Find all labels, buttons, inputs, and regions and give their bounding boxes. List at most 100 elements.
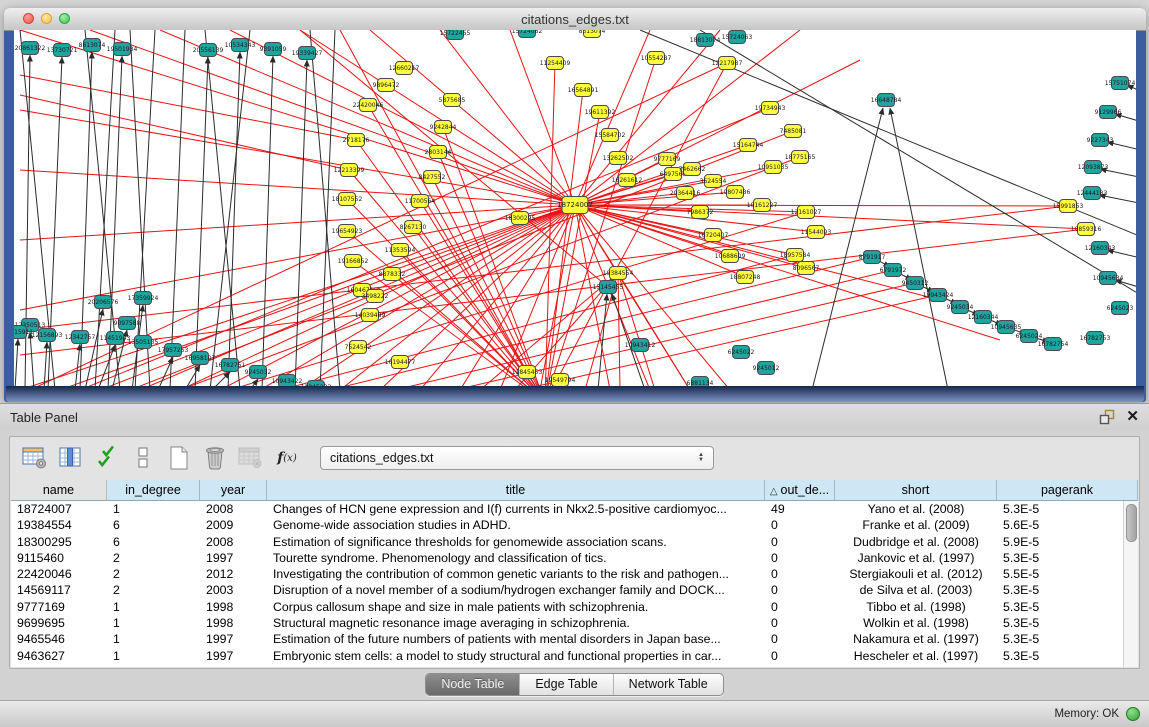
- table-cell: 1998: [200, 599, 267, 615]
- column-header-pagerank[interactable]: pagerank: [997, 480, 1138, 501]
- graph-node-label: 15724063: [722, 34, 753, 41]
- table-row[interactable]: 1456911722003Disruption of a novel membe…: [11, 582, 1138, 598]
- graph-node-label: 12160343: [1085, 245, 1116, 252]
- graph-node-label: 19549794: [545, 377, 576, 384]
- graph-node-label: 5875685: [439, 97, 466, 104]
- graph-node-label: 9242844: [430, 124, 457, 131]
- table-cell: 18724007: [11, 501, 107, 517]
- graph-node-label: 10943422: [272, 378, 303, 385]
- table-cell: 2003: [200, 582, 267, 598]
- graph-node-label: 6245023: [1107, 305, 1134, 312]
- graph-node-label: 10688609: [715, 253, 746, 260]
- select-checks-icon[interactable]: [92, 443, 122, 473]
- network-view[interactable]: 1872400722420046271817612213399181075521…: [14, 30, 1136, 386]
- table-row[interactable]: 969969511998Structural magnetic resonanc…: [11, 615, 1138, 631]
- graph-node-label: 16782753: [1080, 335, 1111, 342]
- new-table-icon[interactable]: [164, 443, 194, 473]
- table-row[interactable]: 1938455462009Genome-wide association stu…: [11, 517, 1138, 533]
- table-row[interactable]: 1830029562008Estimation of significance …: [11, 534, 1138, 550]
- table-cell: Structural magnetic resonance image aver…: [267, 615, 765, 631]
- graph-nodes: 1872400722420046271817612213399181075521…: [14, 30, 1135, 386]
- table-cell: 49: [765, 501, 835, 517]
- table-cell: 9115460: [11, 550, 107, 566]
- table-cell: 0: [765, 648, 835, 664]
- table-cell: Wolkin et al. (1998): [835, 615, 997, 631]
- table-row[interactable]: 911546021997Tourette syndrome. Phenomeno…: [11, 550, 1138, 566]
- table-cell: 1997: [200, 648, 267, 664]
- table-cell: Tourette syndrome. Phenomenology and cla…: [267, 550, 765, 566]
- memory-status-indicator[interactable]: [1126, 707, 1140, 721]
- graph-node-label: 6245024: [1016, 333, 1043, 340]
- graph-node-label: 8096567: [793, 265, 820, 272]
- table-cell: 1: [107, 501, 200, 517]
- table-cell: 2008: [200, 501, 267, 517]
- table-cell: 0: [765, 582, 835, 598]
- column-header-out_de[interactable]: △out_de...: [765, 480, 835, 501]
- graph-node-label: 7524542: [345, 344, 372, 351]
- graph-node-label: 20206576: [88, 299, 119, 306]
- table-row[interactable]: 1872400712008Changes of HCN gene express…: [11, 501, 1138, 517]
- tab-node-table[interactable]: Node Table: [426, 674, 519, 695]
- graph-node-label: 10943412: [625, 342, 656, 349]
- table-cell: 0: [765, 599, 835, 615]
- table-cell: Investigating the contribution of common…: [267, 566, 765, 582]
- graph-node-label: 14039489: [355, 312, 386, 319]
- table-cell: 19384554: [11, 517, 107, 533]
- table-row[interactable]: 2242004622012Investigating the contribut…: [11, 566, 1138, 582]
- table-row[interactable]: 946362711997Embryonic stem cells: a mode…: [11, 648, 1138, 664]
- table-cell: 2009: [200, 517, 267, 533]
- import-table-disabled-icon: [236, 443, 266, 473]
- delete-column-trash-icon[interactable]: [200, 443, 230, 473]
- table-cell: 0: [765, 566, 835, 582]
- column-header-in_degree[interactable]: in_degree: [107, 480, 200, 501]
- graph-node-label: 6791972: [880, 267, 907, 274]
- network-graph-canvas[interactable]: 1872400722420046271817612213399181075521…: [14, 30, 1136, 386]
- table-settings-icon[interactable]: [20, 443, 50, 473]
- table-cell: 1997: [200, 550, 267, 566]
- table-cell: Nakamura et al. (1997): [835, 631, 997, 647]
- table-cell: 9699695: [11, 615, 107, 631]
- graph-node-label: 8613074: [79, 42, 106, 49]
- graph-node-label: 19339427: [292, 50, 323, 57]
- vertical-scrollbar[interactable]: [1123, 501, 1138, 667]
- column-header-title[interactable]: title: [267, 480, 765, 501]
- tab-edge-table[interactable]: Edge Table: [519, 674, 612, 695]
- table-row[interactable]: 977716911998Corpus callosum shape and si…: [11, 599, 1138, 615]
- tab-network-table[interactable]: Network Table: [613, 674, 723, 695]
- table-cell: Embryonic stem cells: a model to study s…: [267, 648, 765, 664]
- graph-node-label: 9245032: [245, 369, 272, 376]
- column-header-year[interactable]: year: [200, 480, 267, 501]
- table-cell: 1998: [200, 615, 267, 631]
- table-cell: de Silva et al. (2003): [835, 582, 997, 598]
- table-cell: Corpus callosum shape and size in male p…: [267, 599, 765, 615]
- graph-node-label: 9245012: [753, 365, 780, 372]
- table-cell: Tibbo et al. (1998): [835, 599, 997, 615]
- window-titlebar[interactable]: citations_edges.txt: [4, 8, 1146, 31]
- table-selector-dropdown[interactable]: citations_edges.txt ▲▼: [320, 446, 714, 470]
- graph-node-label: 13915911: [14, 329, 33, 336]
- column-header-short[interactable]: short: [835, 480, 997, 501]
- close-icon[interactable]: ✕: [1126, 407, 1139, 425]
- row-cells-icon[interactable]: [128, 443, 158, 473]
- float-panel-icon[interactable]: [1099, 409, 1115, 425]
- table-cell: 5.3E-5: [997, 599, 1138, 615]
- function-builder-icon[interactable]: f(x): [272, 443, 302, 473]
- graph-node-label: 15584702: [595, 132, 626, 139]
- show-column-icon[interactable]: [56, 443, 86, 473]
- table-cell: 22420046: [11, 566, 107, 582]
- graph-node-label: 10945634: [1093, 275, 1124, 282]
- table-selector-value: citations_edges.txt: [321, 451, 693, 465]
- graph-node-label: 15751074: [1105, 80, 1136, 87]
- table-cell: 6: [107, 534, 200, 550]
- scrollbar-thumb[interactable]: [1126, 504, 1137, 542]
- table-cell: 1: [107, 631, 200, 647]
- graph-node-label: 18957584: [780, 252, 811, 259]
- column-header-name[interactable]: name: [11, 480, 107, 501]
- graph-node-label: 15991853: [1053, 203, 1084, 210]
- sort-ascending-icon: △: [770, 486, 778, 497]
- graph-node-label: 10945635: [991, 324, 1022, 331]
- table-cell: 5.3E-5: [997, 501, 1138, 517]
- table-cell: Yano et al. (2008): [835, 501, 997, 517]
- graph-node-label: 19611392: [585, 109, 616, 116]
- table-row[interactable]: 946554611997Estimation of the future num…: [11, 631, 1138, 647]
